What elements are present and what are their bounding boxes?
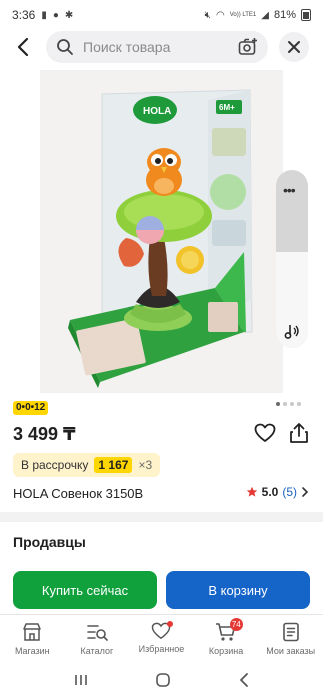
search-placeholder: Поиск товара	[83, 39, 171, 55]
battery-percent: 81%	[273, 9, 296, 21]
pager-dot	[276, 402, 280, 406]
installment-badge[interactable]: В рассрочку 1 167 ×3	[13, 453, 161, 477]
nav-label-store: Магазин	[14, 646, 50, 656]
back-nav-icon[interactable]	[238, 672, 250, 688]
add-to-cart-button[interactable]: В корзину	[166, 571, 310, 609]
status-right: 🔇︎ ◠ Vo)) LTE1 ◢ 81%	[205, 9, 311, 21]
sellers-heading: Продавцы	[13, 534, 86, 550]
product-photo-illustration: HOLA 6M+	[40, 70, 283, 393]
chat-icon: ●	[52, 9, 59, 21]
camera-search-icon[interactable]	[238, 37, 258, 57]
wifi-icon: ◠	[215, 9, 225, 21]
recent-apps-icon[interactable]	[73, 673, 89, 687]
box-age-text: 6M+	[219, 103, 235, 112]
search-input[interactable]: Поиск товара	[46, 31, 268, 63]
more-dots-icon[interactable]: •••	[283, 182, 296, 198]
settings-gear-icon: ✱	[64, 9, 74, 21]
box-brand-text: HOLA	[143, 106, 171, 117]
rating-count[interactable]: (5)	[282, 485, 297, 499]
favorite-heart-icon[interactable]	[254, 423, 276, 443]
cell-signal-icon: ◢	[261, 9, 269, 21]
cart-count-badge: 74	[229, 618, 243, 631]
status-time: 3:36	[12, 8, 36, 22]
nav-item-orders[interactable]: Мои заказы	[258, 615, 323, 660]
status-left: 3:36 ▮ ● ✱	[12, 8, 73, 22]
nav-item-favorites[interactable]: Избранное	[129, 615, 194, 660]
chevron-right-icon	[302, 487, 309, 497]
nav-label-orders: Мои заказы	[266, 646, 316, 656]
network-label: Vo)) LTE1	[229, 12, 257, 18]
bottom-navigation: Магазин Каталог Избранное 74 Корзина Мои…	[0, 614, 323, 660]
product-title: HOLA Совенок 3150B	[13, 486, 144, 501]
nav-item-catalog[interactable]: Каталог	[65, 615, 130, 660]
nav-label-catalog: Каталог	[80, 646, 114, 656]
installment-multiplier: ×3	[138, 458, 153, 472]
favorites-indicator-dot	[167, 621, 174, 627]
close-button[interactable]	[279, 32, 309, 62]
nav-label-cart: Корзина	[208, 646, 244, 656]
store-icon	[23, 623, 42, 641]
music-note-icon[interactable]	[284, 322, 300, 340]
installment-label: В рассрочку	[21, 458, 89, 472]
product-image[interactable]: HOLA 6M+	[40, 70, 283, 393]
orders-icon	[282, 622, 299, 642]
floating-side-widget[interactable]: •••	[276, 170, 308, 348]
section-divider	[0, 512, 323, 522]
mute-icon: 🔇︎	[204, 9, 211, 21]
star-icon	[246, 486, 257, 497]
nav-item-cart[interactable]: 74 Корзина	[194, 615, 259, 660]
battery-icon	[301, 9, 311, 21]
home-icon[interactable]	[155, 672, 171, 688]
signal-app-icon: ▮	[41, 9, 47, 21]
search-icon	[57, 39, 73, 55]
promo-timer-badge: 0•0•12	[13, 401, 49, 415]
back-button[interactable]	[14, 35, 34, 59]
pager-dot	[297, 402, 301, 406]
pager-dot	[290, 402, 294, 406]
buy-now-button[interactable]: Купить сейчас	[13, 571, 157, 609]
product-price: 3 499 ₸	[13, 424, 76, 444]
installment-amount: 1 167	[94, 457, 133, 473]
nav-label-favorites: Избранное	[138, 644, 185, 654]
system-navigation-bar	[0, 660, 323, 700]
header: Поиск товара	[0, 30, 323, 64]
share-icon[interactable]	[289, 422, 309, 444]
pager-dot	[283, 402, 287, 406]
catalog-icon	[87, 625, 108, 641]
status-bar: 3:36 ▮ ● ✱ 🔇︎ ◠ Vo)) LTE1 ◢ 81%	[0, 0, 323, 30]
image-pager	[276, 402, 301, 406]
nav-item-store[interactable]: Магазин	[0, 615, 65, 660]
rating-value: 5.0	[261, 485, 279, 499]
chevron-left-icon	[17, 37, 29, 57]
close-icon	[288, 41, 300, 53]
product-rating[interactable]: 5.0 (5)	[246, 485, 309, 499]
